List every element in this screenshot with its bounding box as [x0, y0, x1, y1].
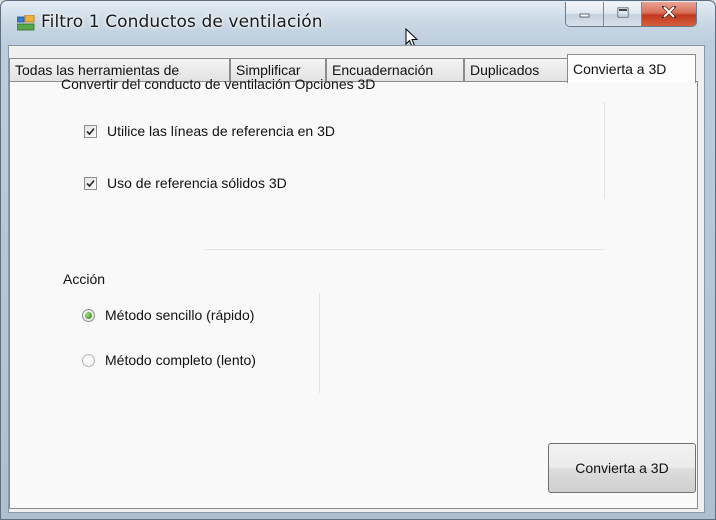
use-reference-lines-label: Utilice las líneas de referencia en 3D	[107, 123, 336, 139]
tab-convierta-a-3d[interactable]: Convierta a 3D	[567, 54, 696, 83]
minimize-button[interactable]	[566, 2, 604, 26]
checkmark-icon	[86, 175, 95, 191]
action-group: Acción Método sencillo (rápido) Método c…	[45, 271, 320, 395]
title-bar[interactable]: Filtro 1 Conductos de ventilación	[1, 1, 715, 48]
radio-circle[interactable]	[82, 353, 95, 367]
options-3d-group: Convertir del conducto de ventilación Op…	[45, 76, 605, 250]
use-reference-solids-label: Uso de referencia sólidos 3D	[107, 175, 287, 191]
action-heading: Acción	[63, 271, 106, 287]
app-window: Filtro 1 Conductos de ventilación Todas …	[0, 0, 716, 520]
checkbox-box[interactable]	[84, 123, 97, 139]
simple-method-label: Método sencillo (rápido)	[105, 307, 255, 323]
checkmark-icon	[86, 123, 95, 139]
group-border	[604, 102, 605, 198]
minimize-icon	[579, 5, 591, 23]
complete-method-label: Método completo (lento)	[105, 352, 256, 368]
options-3d-heading: Convertir del conducto de ventilación Op…	[61, 76, 376, 92]
use-reference-lines-checkbox[interactable]: Utilice las líneas de referencia en 3D	[84, 123, 335, 139]
tab-label: Convierta a 3D	[573, 61, 667, 77]
checkbox-box[interactable]	[84, 175, 97, 191]
group-border	[319, 293, 320, 393]
window-title: Filtro 1 Conductos de ventilación	[41, 12, 323, 32]
use-reference-solids-checkbox[interactable]: Uso de referencia sólidos 3D	[84, 175, 287, 191]
caption-buttons	[565, 2, 697, 27]
group-border	[205, 249, 605, 250]
convert-to-3d-button[interactable]: Convierta a 3D	[548, 443, 696, 493]
maximize-button[interactable]	[604, 2, 642, 26]
close-icon	[661, 4, 677, 23]
simple-method-radio[interactable]: Método sencillo (rápido)	[82, 307, 254, 323]
maximize-icon	[617, 5, 629, 23]
complete-method-radio[interactable]: Método completo (lento)	[82, 352, 256, 368]
close-button[interactable]	[642, 2, 696, 26]
radio-selected-dot	[85, 311, 92, 319]
radio-circle[interactable]	[82, 308, 95, 322]
window-app-icon	[16, 14, 35, 31]
